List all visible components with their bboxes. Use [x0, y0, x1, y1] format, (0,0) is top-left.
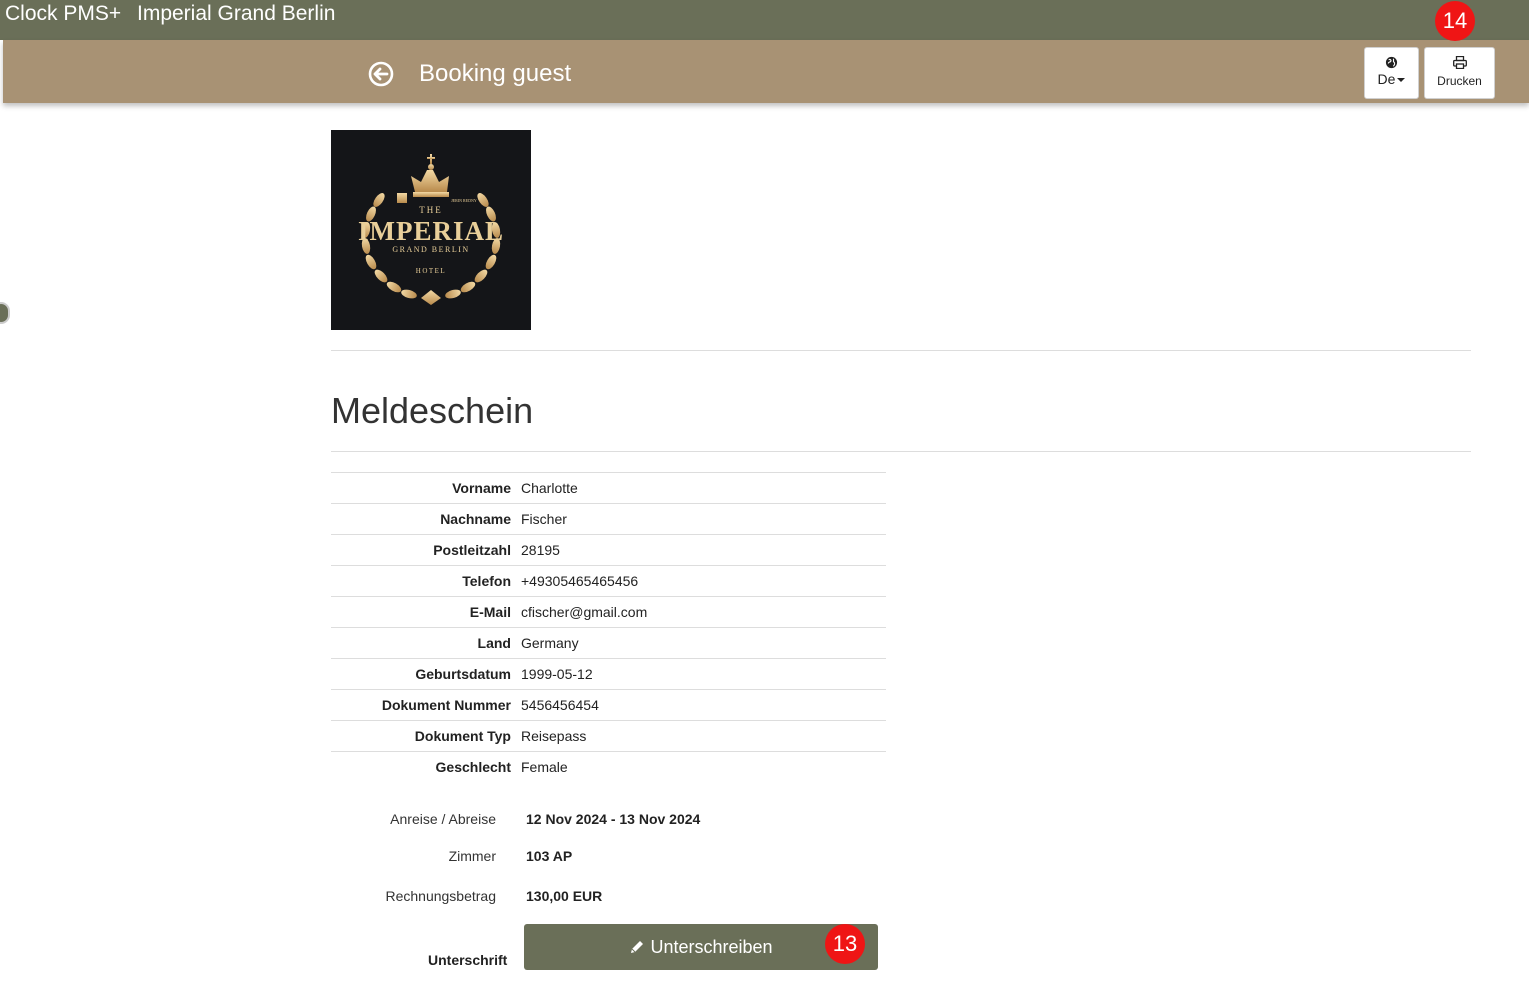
field-label: E-Mail [331, 596, 521, 628]
hotel-logo: THE IMPERIAL GRAND BERLIN HOTEL JERIN RE… [331, 130, 531, 330]
caret-down-icon [1397, 78, 1406, 83]
logo-text-main: IMPERIAL [358, 216, 504, 246]
sign-button-label: Unterschreiben [650, 937, 773, 957]
stay-dates-value: 12 Nov 2024 - 13 Nov 2024 [526, 811, 701, 827]
amount-value: 130,00 EUR [526, 888, 603, 904]
field-value: cfischer@gmail.com [521, 596, 886, 628]
language-label: De [1377, 71, 1396, 87]
sidebar-toggle-handle[interactable] [0, 302, 10, 324]
field-value: Female [521, 751, 886, 782]
room-label: Zimmer [448, 848, 496, 864]
field-label: Land [331, 627, 521, 659]
back-arrow-icon[interactable] [368, 61, 394, 87]
table-row: Geschlecht Female [331, 751, 886, 782]
print-button[interactable]: Drucken [1424, 47, 1495, 99]
table-row: Nachname Fischer [331, 503, 886, 535]
logo-text-hotel: HOTEL [416, 267, 446, 275]
field-value: 28195 [521, 534, 886, 566]
stay-dates-label: Anreise / Abreise [390, 811, 496, 827]
annotation-badge-print: 14 [1435, 1, 1475, 41]
page-title: Booking guest [419, 60, 572, 87]
annotation-badge-sign: 13 [825, 924, 865, 964]
sub-header: Booking guest De Drucken [3, 40, 1529, 103]
signature-label: Unterschrift [428, 952, 508, 968]
amount-label: Rechnungsbetrag [385, 888, 496, 904]
room-value: 103 AP [526, 848, 573, 864]
app-name[interactable]: Clock PMS+ [5, 2, 121, 26]
field-label: Telefon [331, 565, 521, 597]
field-value: 1999-05-12 [521, 658, 886, 690]
table-row: Land Germany [331, 627, 886, 659]
table-row: Telefon +49305465465456 [331, 565, 886, 597]
field-label: Postleitzahl [331, 534, 521, 566]
hotel-name[interactable]: Imperial Grand Berlin [137, 2, 335, 26]
logo-text-the: THE [419, 205, 443, 215]
registration-table: Vorname Charlotte Nachname Fischer Postlei… [331, 472, 886, 782]
field-label: Dokument Typ [331, 720, 521, 752]
globe-icon [1385, 56, 1398, 69]
field-label: Vorname [331, 472, 521, 504]
table-row: Geburtsdatum 1999-05-12 [331, 658, 886, 690]
table-row: E-Mail cfischer@gmail.com [331, 596, 886, 628]
table-row: Postleitzahl 28195 [331, 534, 886, 566]
language-dropdown-button[interactable]: De [1364, 47, 1419, 99]
printer-icon [1452, 56, 1467, 69]
divider [331, 451, 1471, 452]
field-label: Nachname [331, 503, 521, 535]
field-value: Reisepass [521, 720, 886, 752]
field-value: 5456456454 [521, 689, 886, 721]
table-row: Dokument Nummer 5456456454 [331, 689, 886, 721]
form-heading: Meldeschein [331, 390, 534, 431]
field-value: Fischer [521, 503, 886, 535]
pencil-icon [631, 941, 644, 953]
top-bar: Clock PMS+ Imperial Grand Berlin [0, 0, 1529, 40]
logo-text-small: JERIN REDNY [451, 198, 477, 203]
table-row: Dokument Typ Reisepass [331, 720, 886, 752]
field-value: Germany [521, 627, 886, 659]
field-label: Dokument Nummer [331, 689, 521, 721]
field-label: Geburtsdatum [331, 658, 521, 690]
field-value: +49305465465456 [521, 565, 886, 597]
logo-text-sub: GRAND BERLIN [392, 245, 469, 254]
print-label: Drucken [1437, 74, 1482, 88]
divider [331, 350, 1471, 351]
field-value: Charlotte [521, 472, 886, 504]
table-row: Vorname Charlotte [331, 472, 886, 504]
field-label: Geschlecht [331, 751, 521, 782]
